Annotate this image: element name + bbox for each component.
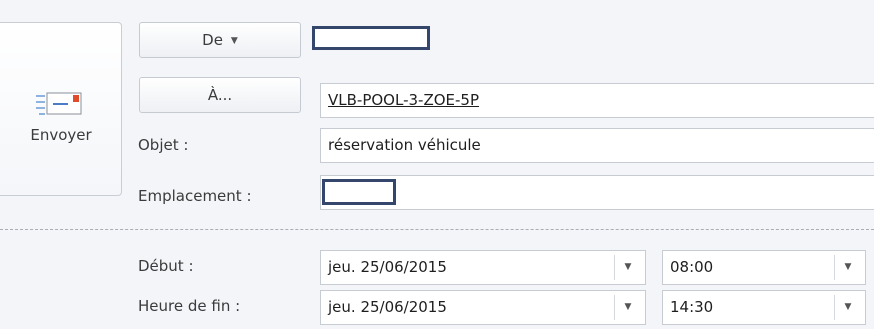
end-date-value: jeu. 25/06/2015 [328, 298, 447, 316]
location-redaction [322, 179, 396, 205]
subject-label: Objet : [138, 136, 189, 154]
send-label: Envoyer [30, 126, 92, 144]
from-button[interactable]: De ▼ [139, 22, 301, 58]
end-time-picker[interactable]: 14:30 ▼ [662, 290, 866, 325]
chevron-down-icon[interactable]: ▼ [834, 255, 861, 280]
location-input[interactable] [320, 175, 874, 210]
from-redacted-field[interactable] [312, 26, 430, 50]
subject-input[interactable]: réservation véhicule [320, 128, 874, 163]
chevron-down-icon[interactable]: ▼ [614, 295, 641, 320]
end-time-value: 14:30 [670, 298, 714, 316]
end-date-picker[interactable]: jeu. 25/06/2015 ▼ [320, 290, 646, 325]
chevron-down-icon[interactable]: ▼ [834, 295, 861, 320]
start-date-picker[interactable]: jeu. 25/06/2015 ▼ [320, 250, 646, 285]
start-date-value: jeu. 25/06/2015 [328, 258, 447, 276]
chevron-down-icon[interactable]: ▼ [614, 255, 641, 280]
start-time-value: 08:00 [670, 258, 714, 276]
location-label: Emplacement : [138, 187, 252, 205]
to-label: À... [207, 86, 233, 104]
end-label: Heure de fin : [138, 297, 241, 315]
from-label: De [202, 31, 223, 49]
envelope-send-icon [36, 92, 82, 115]
send-button[interactable]: Envoyer [0, 22, 122, 196]
start-time-picker[interactable]: 08:00 ▼ [662, 250, 866, 285]
section-divider [0, 229, 874, 230]
start-label: Début : [138, 257, 194, 275]
to-button[interactable]: À... [139, 77, 301, 113]
chevron-down-icon: ▼ [230, 35, 238, 46]
to-field[interactable]: VLB-POOL-3-ZOE-5P [320, 83, 874, 118]
to-recipient: VLB-POOL-3-ZOE-5P [328, 91, 480, 109]
